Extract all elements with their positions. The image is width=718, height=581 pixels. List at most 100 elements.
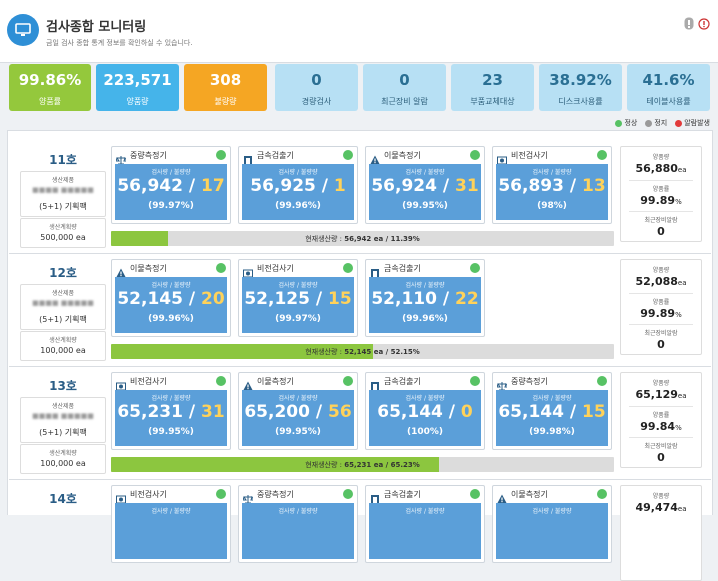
kpi-good-rate[interactable]: 99.86% 양품률 [9,64,91,111]
kpi-light-inspection[interactable]: 0 경량검사 [275,64,358,111]
device-name: 금속검출기 [384,377,421,386]
line-summary: 양품량 65,129ea 양품률 99.84% 최근장비알람 0 [620,372,702,468]
defect-count: 15 [581,402,606,422]
defect-count: 20 [200,289,225,309]
total-count: 65,200 [244,402,310,422]
device-name: 금속검출기 [384,490,421,499]
device-count: 56,924 / 31 [371,176,479,196]
device-caption: 검사량 / 불량량 [532,395,572,402]
device-card-scale[interactable]: 중량측정기 검사량 / 불량량 [238,485,358,563]
kpi-label: 최근장비 알람 [381,97,428,106]
defect-count: 17 [200,176,225,196]
defect-count: 13 [581,176,606,196]
device-card-foreign[interactable]: 이물측정기 검사량 / 불량량 56,924 / 31 (99.95%) [365,146,485,224]
kpi-good-qty[interactable]: 223,571 양품량 [96,64,179,111]
warning-icon [497,489,507,503]
defect-count: 56 [327,402,352,422]
product-name: ■■■■ ■■■■■ [32,186,94,194]
device-rate: (99.97%) [148,201,194,211]
device-rate: (99.95%) [402,201,448,211]
metal-detector-icon [370,263,380,277]
plan-label: 생산계획량 [49,337,77,344]
line-summary: 양품량 49,474ea [620,485,702,581]
total-count: 65,144 [377,402,443,422]
line-name: 12호 [49,266,77,280]
plan-value: 100,000 ea [40,346,86,355]
device-card-vision[interactable]: 비전검사기 검사량 / 불량량 52,125 / 15 (99.97%) [238,259,358,337]
product-spec: (5+1) 기획팩 [39,315,87,324]
monitor-icon [7,14,39,46]
defect-count: 0 [460,402,473,422]
good-rate: 99.89% [640,194,682,207]
good-rate: 99.89% [640,307,682,320]
total-count: 56,893 [498,176,564,196]
total-count: 52,110 [371,289,437,309]
total-count: 56,925 [250,176,316,196]
product-spec: (5+1) 기획팩 [39,428,87,437]
device-card-metal[interactable]: 금속검출기 검사량 / 불량량 56,925 / 1 (99.96%) [238,146,358,224]
scale-icon [242,489,255,504]
device-card-foreign[interactable]: 이물측정기 검사량 / 불량량 [492,485,612,563]
kpi-value: 23 [482,71,503,89]
device-count: 52,145 / 20 [117,289,225,309]
metal-detector-icon [243,150,253,164]
device-card-vision[interactable]: 비전검사기 검사량 / 불량량 65,231 / 31 (99.95%) [111,372,231,450]
product-spec: (5+1) 기획팩 [39,202,87,211]
kpi-label: 불량량 [214,97,237,106]
kpi-disk-usage[interactable]: 38.92% 디스크사용률 [539,64,622,111]
legend-normal: 정상 [615,118,637,128]
device-caption: 검사량 / 불량량 [405,395,445,402]
device-card-foreign[interactable]: 이물측정기 검사량 / 불량량 52,145 / 20 (99.96%) [111,259,231,337]
device-count: 65,200 / 56 [244,402,352,422]
status-indicator [343,263,353,273]
defect-count: 31 [454,176,479,196]
kpi-recent-alarm[interactable]: 0 최근장비 알람 [363,64,446,111]
device-caption: 검사량 / 불량량 [405,169,445,176]
device-caption: 검사량 / 불량량 [151,395,191,402]
kpi-label: 부품교체대상 [470,97,515,106]
info-icon[interactable] [684,15,694,30]
plan-label: 생산계획량 [49,224,77,231]
alarm-count: 0 [657,338,665,351]
device-rate: (98%) [537,201,567,211]
line-name: 11호 [49,153,77,167]
kpi-table-usage[interactable]: 41.6% 테이블사용률 [627,64,710,111]
warning-icon [243,376,253,390]
kpi-value: 223,571 [103,71,172,89]
device-card-metal[interactable]: 금속검출기 검사량 / 불량량 65,144 / 0 (100%) [365,372,485,450]
plan-value: 100,000 ea [40,459,86,468]
metal-detector-icon [370,376,380,390]
kpi-label: 경량검사 [301,97,332,106]
kpi-value: 0 [399,71,410,89]
device-card-vision[interactable]: 비전검사기 검사량 / 불량량 [111,485,231,563]
kpi-defect-qty[interactable]: 308 불량량 [184,64,267,111]
kpi-label: 디스크사용률 [558,97,603,106]
alarm-count: 0 [657,451,665,464]
device-rate: (99.95%) [275,427,321,437]
plan-value: 500,000 ea [40,233,86,242]
kpi-value: 38.92% [549,71,612,89]
total-count: 56,942 [117,176,183,196]
good-rate: 99.84% [640,420,682,433]
line-info: 생산제품 ■■■■ ■■■■■ (5+1) 기획팩 생산계획량 100,000 … [20,397,106,474]
alarm-bell-icon[interactable] [698,15,710,30]
device-name: 비전검사기 [257,264,294,273]
kpi-label: 양품량 [126,97,149,106]
defect-count: 31 [200,402,225,422]
production-progress: 현재생산량 : 56,942 ea / 11.39% [111,231,614,246]
device-card-metal[interactable]: 금속검출기 검사량 / 불량량 [365,485,485,563]
line-name: 13호 [49,379,77,393]
vision-camera-icon [116,489,126,504]
device-card-foreign[interactable]: 이물측정기 검사량 / 불량량 65,200 / 56 (99.95%) [238,372,358,450]
device-rate: (99.95%) [148,427,194,437]
status-indicator [470,263,480,273]
device-rate: (99.96%) [275,201,321,211]
status-indicator [470,489,480,499]
device-card-scale[interactable]: 중량측정기 검사량 / 불량량 65,144 / 15 (99.98%) [492,372,612,450]
kpi-value: 41.6% [642,71,695,89]
device-card-scale[interactable]: 중량측정기 검사량 / 불량량 56,942 / 17 (99.97%) [111,146,231,224]
device-card-vision[interactable]: 비전검사기 검사량 / 불량량 56,893 / 13 (98%) [492,146,612,224]
kpi-part-replace[interactable]: 23 부품교체대상 [451,64,534,111]
status-indicator [343,376,353,386]
device-card-metal[interactable]: 금속검출기 검사량 / 불량량 52,110 / 22 (99.96%) [365,259,485,337]
